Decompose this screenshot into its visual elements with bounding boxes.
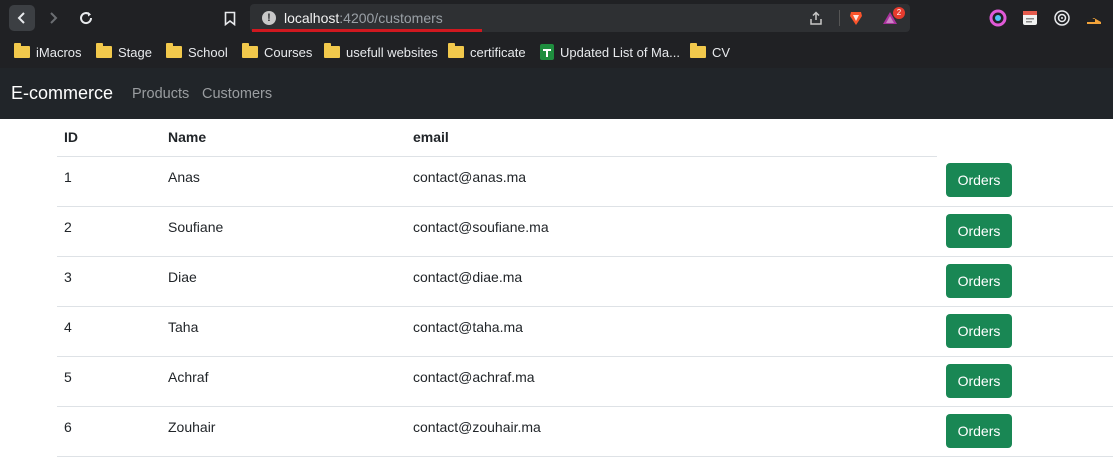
bookmark-icon — [224, 11, 236, 26]
notes-extension-icon[interactable] — [1021, 9, 1039, 27]
app-navbar: E-commerce Products Customers — [0, 68, 1113, 119]
bookmark-updated-list[interactable]: Updated List of Ma... — [540, 43, 680, 61]
cell-name: Diae — [161, 256, 406, 307]
share-icon[interactable] — [808, 10, 824, 26]
url-separator — [839, 10, 840, 26]
cell-actions: Orders — [937, 306, 1113, 357]
folder-icon — [242, 43, 258, 58]
bookmarks-bar: iMacros Stage School Courses usefull web… — [0, 36, 1113, 68]
customers-table-container: ID Name email 1 Anas contact@anas.ma Ord… — [57, 119, 1113, 457]
browser-toolbar: ! localhost:4200/customers 2 — [0, 0, 1113, 36]
target-extension-icon[interactable] — [1053, 9, 1071, 27]
url-text[interactable]: localhost:4200/customers — [284, 10, 443, 26]
rewards-badge: 2 — [893, 7, 905, 19]
bookmark-label: CV — [712, 44, 731, 60]
table-row: 3 Diae contact@diae.ma Orders — [57, 256, 1113, 307]
bookmark-usefull-websites[interactable]: usefull websites — [324, 43, 438, 61]
profile-extension-icon[interactable] — [1085, 9, 1103, 27]
orders-button[interactable]: Orders — [946, 213, 1012, 248]
cell-email: contact@zouhair.ma — [406, 406, 937, 457]
cell-id: 4 — [57, 306, 161, 357]
navbar-brand[interactable]: E-commerce — [11, 83, 113, 104]
reload-icon — [80, 12, 93, 25]
cell-name: Taha — [161, 306, 406, 357]
bookmark-courses[interactable]: Courses — [242, 43, 312, 61]
forward-button[interactable] — [40, 5, 66, 31]
bookmark-certificate[interactable]: certificate — [448, 43, 526, 61]
bookmark-label: Updated List of Ma... — [560, 44, 680, 60]
cell-name: Soufiane — [161, 206, 406, 257]
bookmark-label: School — [188, 44, 228, 60]
sheets-icon — [540, 44, 554, 60]
site-info-icon[interactable]: ! — [262, 11, 276, 25]
header-email: email — [406, 119, 937, 157]
customers-table: ID Name email 1 Anas contact@anas.ma Ord… — [57, 119, 1113, 457]
cell-name: Achraf — [161, 356, 406, 407]
orders-button[interactable]: Orders — [946, 413, 1012, 448]
table-row: 5 Achraf contact@achraf.ma Orders — [57, 356, 1113, 407]
cell-email: contact@achraf.ma — [406, 356, 937, 407]
color-picker-extension-icon[interactable] — [989, 9, 1007, 27]
cell-id: 6 — [57, 406, 161, 457]
folder-icon — [448, 43, 464, 58]
brave-shields-icon[interactable] — [848, 10, 864, 26]
address-bar[interactable]: ! localhost:4200/customers 2 — [250, 4, 910, 32]
folder-icon — [96, 43, 112, 58]
header-name: Name — [161, 119, 406, 157]
cell-name: Anas — [161, 156, 406, 207]
folder-icon — [324, 43, 340, 58]
table-row: 1 Anas contact@anas.ma Orders — [57, 156, 1113, 207]
cell-id: 3 — [57, 256, 161, 307]
url-host: localhost — [284, 10, 340, 26]
table-row: 2 Soufiane contact@soufiane.ma Orders — [57, 206, 1113, 257]
table-row: 6 Zouhair contact@zouhair.ma Orders — [57, 406, 1113, 457]
url-highlight-underline — [252, 29, 482, 32]
folder-icon — [690, 43, 706, 58]
folder-icon — [14, 43, 30, 58]
url-path: :4200/customers — [339, 10, 443, 26]
cell-actions: Orders — [937, 356, 1113, 407]
bookmark-label: usefull websites — [346, 44, 438, 60]
table-header-row: ID Name email — [57, 119, 1113, 157]
back-icon — [17, 12, 25, 24]
bookmark-school[interactable]: School — [166, 43, 228, 61]
cell-email: contact@diae.ma — [406, 256, 937, 307]
orders-button[interactable]: Orders — [946, 313, 1012, 348]
bookmark-page-button[interactable] — [220, 8, 240, 28]
cell-actions: Orders — [937, 256, 1113, 307]
bookmark-label: certificate — [470, 44, 526, 60]
bookmark-cv[interactable]: CV — [690, 43, 730, 61]
forward-icon — [50, 12, 58, 24]
bookmark-label: iMacros — [36, 44, 82, 60]
cell-email: contact@taha.ma — [406, 306, 937, 357]
nav-link-products[interactable]: Products — [132, 86, 189, 102]
cell-id: 2 — [57, 206, 161, 257]
back-button[interactable] — [9, 5, 35, 31]
folder-icon — [166, 43, 182, 58]
cell-id: 1 — [57, 156, 161, 207]
cell-name: Zouhair — [161, 406, 406, 457]
orders-button[interactable]: Orders — [946, 263, 1012, 298]
cell-id: 5 — [57, 356, 161, 407]
cell-actions: Orders — [937, 156, 1113, 207]
header-id: ID — [57, 119, 161, 157]
nav-link-customers[interactable]: Customers — [202, 86, 272, 102]
header-actions — [937, 119, 1113, 156]
bookmark-label: Courses — [264, 44, 313, 60]
orders-button[interactable]: Orders — [946, 163, 1012, 197]
bookmark-label: Stage — [118, 44, 152, 60]
cell-email: contact@soufiane.ma — [406, 206, 937, 257]
bookmark-imacros[interactable]: iMacros — [14, 43, 82, 61]
cell-actions: Orders — [937, 206, 1113, 257]
reload-button[interactable] — [73, 5, 99, 31]
cell-email: contact@anas.ma — [406, 156, 937, 207]
orders-button[interactable]: Orders — [946, 363, 1012, 398]
bookmark-stage[interactable]: Stage — [96, 43, 152, 61]
table-row: 4 Taha contact@taha.ma Orders — [57, 306, 1113, 357]
cell-actions: Orders — [937, 406, 1113, 457]
